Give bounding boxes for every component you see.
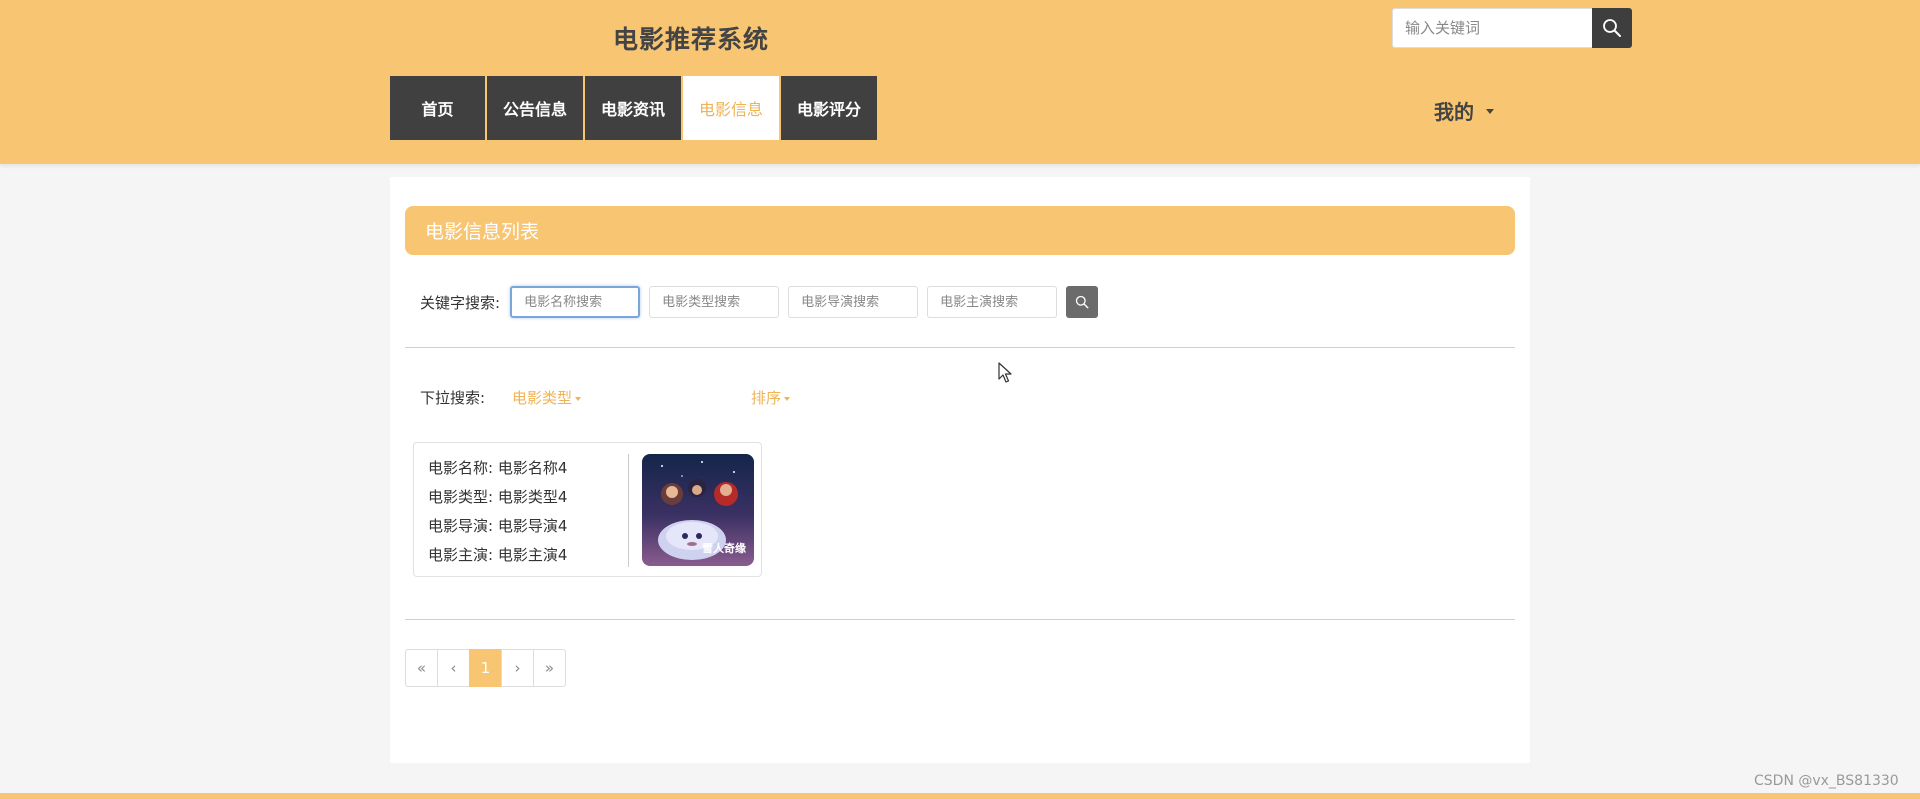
movie-actor-search-input[interactable] [927, 286, 1058, 318]
movie-director: 电影导演: 电影导演4 [428, 517, 568, 535]
search-icon [1075, 295, 1089, 309]
search-icon [1603, 19, 1621, 37]
nav-item-home[interactable]: 首页 [390, 76, 485, 140]
movie-poster[interactable]: 雪人奇缘 [642, 454, 754, 566]
pagination-page-1[interactable]: 1 [469, 649, 502, 687]
nav-item-movie-info[interactable]: 电影信息 [683, 76, 779, 140]
keyword-search-button[interactable] [1066, 286, 1099, 318]
site-title: 电影推荐系统 [613, 25, 770, 54]
pagination-next-button[interactable]: › [501, 649, 534, 687]
watermark: CSDN @vx_BS81330 [1754, 773, 1899, 789]
movie-name-search-input[interactable] [510, 286, 641, 318]
divider [405, 619, 1515, 620]
user-menu[interactable]: 我的 [1434, 96, 1494, 125]
pagination-last-button[interactable]: » [533, 649, 566, 687]
nav-item-movie-news[interactable]: 电影资讯 [585, 76, 681, 140]
caret-down-icon [575, 396, 582, 401]
pagination: « ‹ 1 › » [405, 649, 566, 687]
movie-actor: 电影主演: 电影主演4 [428, 546, 568, 564]
poster-title: 雪人奇缘 [702, 541, 746, 555]
divider [405, 347, 1515, 348]
nav-item-announcements[interactable]: 公告信息 [487, 76, 583, 140]
nav-item-movie-ratings[interactable]: 电影评分 [781, 76, 877, 140]
dropdown-search-label: 下拉搜索: [420, 389, 486, 407]
panel-title: 电影信息列表 [405, 206, 1515, 255]
caret-down-icon [784, 396, 791, 401]
movie-type-dropdown-label: 电影类型 [512, 389, 573, 407]
footer-accent-bar [0, 793, 1920, 799]
mouse-cursor-icon [998, 362, 1012, 383]
movie-card[interactable]: 电影名称: 电影名称4 电影类型: 电影类型4 电影导演: 电影导演4 电影主演… [413, 442, 762, 577]
sort-dropdown[interactable]: 排序 [751, 387, 791, 408]
user-menu-label: 我的 [1434, 100, 1474, 124]
pagination-prev-button[interactable]: ‹ [437, 649, 470, 687]
sort-dropdown-label: 排序 [751, 389, 782, 407]
movie-type-dropdown[interactable]: 电影类型 [512, 387, 582, 408]
caret-down-icon [1486, 109, 1494, 114]
top-search-input[interactable] [1392, 8, 1592, 48]
main-nav: 首页 公告信息 电影资讯 电影信息 电影评分 [390, 76, 879, 140]
top-search-bar [1392, 8, 1632, 48]
site-header: 电影推荐系统 首页 公告信息 电影资讯 电影信息 电影评分 我的 [0, 0, 1920, 164]
top-search-button[interactable] [1592, 8, 1632, 48]
pagination-first-button[interactable]: « [405, 649, 438, 687]
movie-name: 电影名称: 电影名称4 [428, 459, 568, 477]
movie-type-search-input[interactable] [649, 286, 780, 318]
main-panel: 电影信息列表 关键字搜索: 下拉搜索: 电影类型 排序 电影名称: 电影名称4 … [390, 177, 1530, 763]
keyword-search-row: 关键字搜索: [420, 286, 1099, 318]
keyword-search-label: 关键字搜索: [420, 293, 501, 312]
movie-type: 电影类型: 电影类型4 [428, 488, 568, 506]
movie-card-info: 电影名称: 电影名称4 电影类型: 电影类型4 电影导演: 电影导演4 电影主演… [428, 454, 567, 570]
movie-director-search-input[interactable] [788, 286, 919, 318]
card-divider [628, 454, 629, 567]
